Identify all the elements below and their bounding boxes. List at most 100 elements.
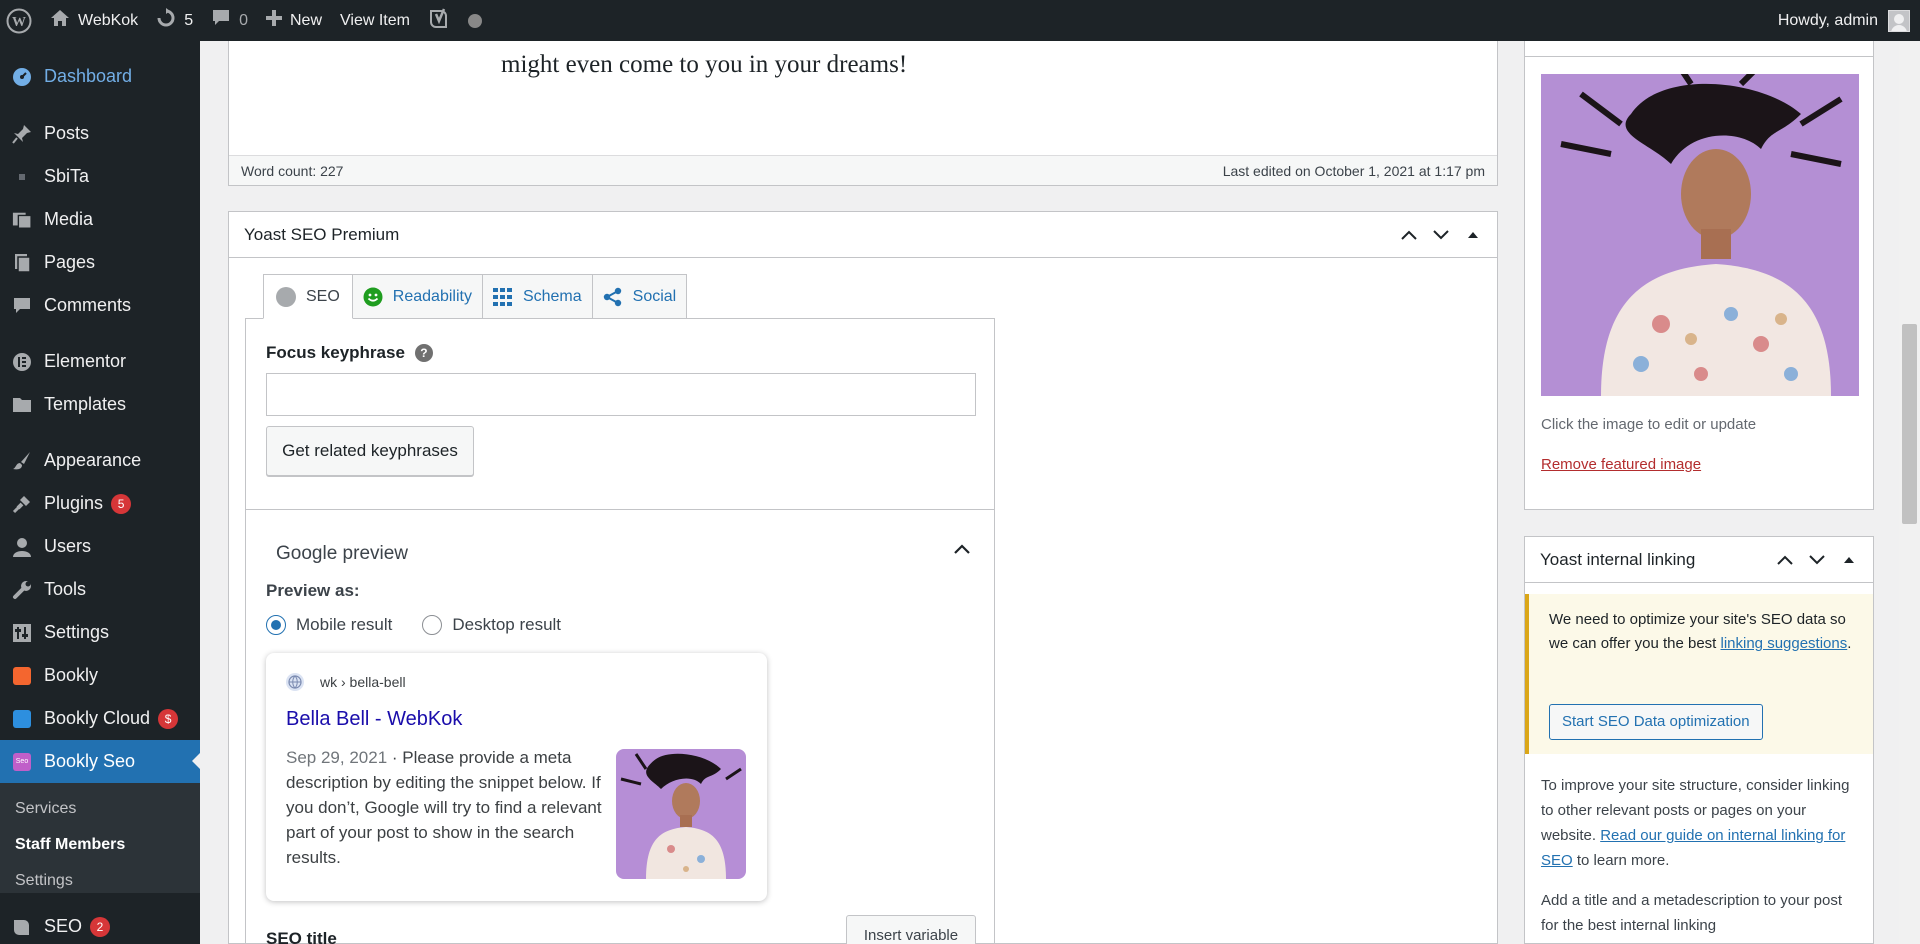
desktop-result-label[interactable]: Desktop result bbox=[452, 615, 561, 635]
sidebar-item-users[interactable]: Users bbox=[0, 525, 200, 568]
comments-count: 0 bbox=[239, 11, 248, 29]
sidebar-item-seo[interactable]: SEO 2 bbox=[0, 905, 200, 944]
yoast-metabox-title: Yoast SEO Premium bbox=[244, 224, 400, 244]
internal-linking-body: To improve your site structure, consider… bbox=[1541, 773, 1861, 944]
brush-icon bbox=[12, 451, 32, 471]
bookly-icon bbox=[12, 666, 32, 686]
get-related-keyphrases-button[interactable]: Get related keyphrases bbox=[266, 426, 474, 476]
plugin-icon bbox=[12, 167, 32, 187]
sidebar-item-bookly[interactable]: Bookly bbox=[0, 654, 200, 697]
my-account-link[interactable]: Howdy, admin bbox=[1769, 0, 1920, 41]
metabox-handle-actions bbox=[1400, 227, 1482, 243]
linking-guide-paragraph: To improve your site structure, consider… bbox=[1541, 777, 1850, 869]
editor-text-paragraph[interactable]: might even come to you in your dreams! bbox=[501, 51, 907, 79]
globe-icon bbox=[286, 673, 304, 691]
yoast-metabox-header: Yoast SEO Premium bbox=[229, 212, 1497, 258]
move-down-icon[interactable] bbox=[1808, 552, 1826, 568]
chevron-up-icon[interactable] bbox=[954, 541, 970, 559]
google-preview-title[interactable]: Google preview bbox=[276, 543, 408, 565]
grid-icon bbox=[492, 287, 513, 306]
sidebar-item-label: Pages bbox=[44, 252, 96, 272]
admin-bar: W WebKok 5 0 New View Item Howdy, admin bbox=[0, 0, 1920, 41]
collapse-toggle-icon[interactable] bbox=[1840, 552, 1858, 568]
sidebar-item-posts[interactable]: Posts bbox=[0, 112, 200, 155]
help-icon[interactable]: ? bbox=[414, 344, 433, 362]
tab-seo[interactable]: SEO bbox=[263, 274, 353, 319]
plugins-count-badge: 5 bbox=[111, 493, 132, 514]
tab-readability[interactable]: Readability bbox=[352, 274, 483, 319]
insert-variable-button[interactable]: Insert variable bbox=[846, 915, 976, 944]
status-dot-icon bbox=[467, 13, 482, 28]
preview-as-label: Preview as: bbox=[266, 581, 360, 600]
view-item-link[interactable]: View Item bbox=[331, 0, 419, 41]
plus-icon bbox=[266, 10, 282, 31]
focus-keyphrase-input[interactable] bbox=[266, 373, 976, 416]
sidebar-item-media[interactable]: Media bbox=[0, 198, 200, 241]
sidebar-item-label: Elementor bbox=[44, 351, 127, 371]
user-icon bbox=[12, 537, 32, 557]
updates-link[interactable]: 5 bbox=[147, 0, 202, 41]
submenu-item-settings[interactable]: Settings bbox=[0, 865, 200, 901]
comments-link[interactable]: 0 bbox=[202, 0, 257, 41]
sidebar-item-pages[interactable]: Pages bbox=[0, 241, 200, 284]
last-edited: Last edited on October 1, 2021 at 1:17 p… bbox=[1222, 162, 1485, 179]
tab-schema-label: Schema bbox=[522, 287, 582, 305]
status-dot-link[interactable] bbox=[459, 0, 491, 41]
mobile-result-label[interactable]: Mobile result bbox=[296, 615, 392, 635]
sidebar-item-sbita[interactable]: SbiTa bbox=[0, 155, 200, 198]
scrollbar-thumb[interactable] bbox=[1902, 324, 1917, 524]
mobile-result-radio[interactable] bbox=[266, 615, 286, 635]
submenu-item-staff-members[interactable]: Staff Members bbox=[0, 829, 200, 865]
sidebar-item-bookly-seo[interactable]: Seo Bookly Seo bbox=[0, 740, 200, 783]
yoast-icon bbox=[12, 917, 32, 937]
comment-icon bbox=[211, 9, 231, 32]
section-divider bbox=[246, 509, 994, 510]
google-mobile-snippet[interactable]: wk › bella-bell Bella Bell - WebKok Sep … bbox=[266, 653, 767, 901]
collapse-toggle-icon[interactable] bbox=[1464, 227, 1482, 243]
folder-icon bbox=[12, 395, 32, 415]
sidebar-item-label: Bookly bbox=[44, 665, 99, 685]
submenu-item-services[interactable]: Services bbox=[0, 793, 200, 829]
linking-suggestions-link[interactable]: linking suggestions bbox=[1721, 635, 1848, 652]
site-name: WebKok bbox=[78, 11, 139, 29]
sidebar-item-plugins[interactable]: Plugins 5 bbox=[0, 482, 200, 525]
avatar bbox=[1888, 9, 1910, 32]
yoast-seo-metabox: Yoast SEO Premium SEO Readability Schema… bbox=[228, 211, 1498, 944]
sidebar-item-label: Users bbox=[44, 536, 92, 556]
sidebar-item-settings[interactable]: Settings bbox=[0, 611, 200, 654]
sidebar-item-elementor[interactable]: Elementor bbox=[0, 340, 200, 383]
seo-tab-panel: Focus keyphrase ? Get related keyphrases… bbox=[245, 318, 995, 944]
linking-handle-actions bbox=[1776, 552, 1858, 568]
editor-status-bar: Word count: 227 Last edited on October 1… bbox=[229, 155, 1497, 185]
sidebar-item-bookly-cloud[interactable]: Bookly Cloud $ bbox=[0, 697, 200, 740]
sidebar-item-label: Bookly Seo bbox=[44, 751, 136, 771]
page-scrollbar[interactable] bbox=[1899, 41, 1920, 944]
view-item-label: View Item bbox=[340, 11, 410, 29]
yoast-internal-linking-metabox: Yoast internal linking We need to optimi… bbox=[1524, 536, 1874, 944]
yoast-adminbar-link[interactable] bbox=[419, 0, 459, 41]
sidebar-item-dashboard[interactable]: Dashboard bbox=[0, 55, 200, 98]
remove-featured-image-link[interactable]: Remove featured image bbox=[1541, 456, 1701, 473]
sidebar-item-tools[interactable]: Tools bbox=[0, 568, 200, 611]
site-name-link[interactable]: WebKok bbox=[41, 0, 147, 41]
start-seo-data-optimization-button[interactable]: Start SEO Data optimization bbox=[1549, 704, 1763, 740]
tab-social[interactable]: Social bbox=[592, 274, 688, 319]
editor-content-area[interactable]: might even come to you in your dreams! W… bbox=[228, 41, 1498, 186]
sidebar-item-templates[interactable]: Templates bbox=[0, 383, 200, 426]
move-down-icon[interactable] bbox=[1432, 227, 1450, 243]
desktop-result-radio[interactable] bbox=[422, 615, 443, 635]
wordpress-logo-icon[interactable]: W bbox=[0, 0, 41, 41]
snippet-title[interactable]: Bella Bell - WebKok bbox=[286, 708, 462, 731]
new-content-link[interactable]: New bbox=[257, 0, 331, 41]
focus-keyphrase-label: Focus keyphrase ? bbox=[266, 343, 433, 363]
tab-schema[interactable]: Schema bbox=[482, 274, 593, 319]
sidebar-item-appearance[interactable]: Appearance bbox=[0, 439, 200, 482]
sidebar-item-comments[interactable]: Comments bbox=[0, 284, 200, 327]
wrench-icon bbox=[12, 580, 32, 600]
snippet-date: Sep 29, 2021 bbox=[286, 748, 388, 767]
sidebar-item-label: Dashboard bbox=[44, 66, 133, 86]
featured-image[interactable] bbox=[1541, 74, 1859, 396]
move-up-icon[interactable] bbox=[1776, 552, 1794, 568]
move-up-icon[interactable] bbox=[1400, 227, 1418, 243]
settings-icon bbox=[12, 623, 32, 643]
